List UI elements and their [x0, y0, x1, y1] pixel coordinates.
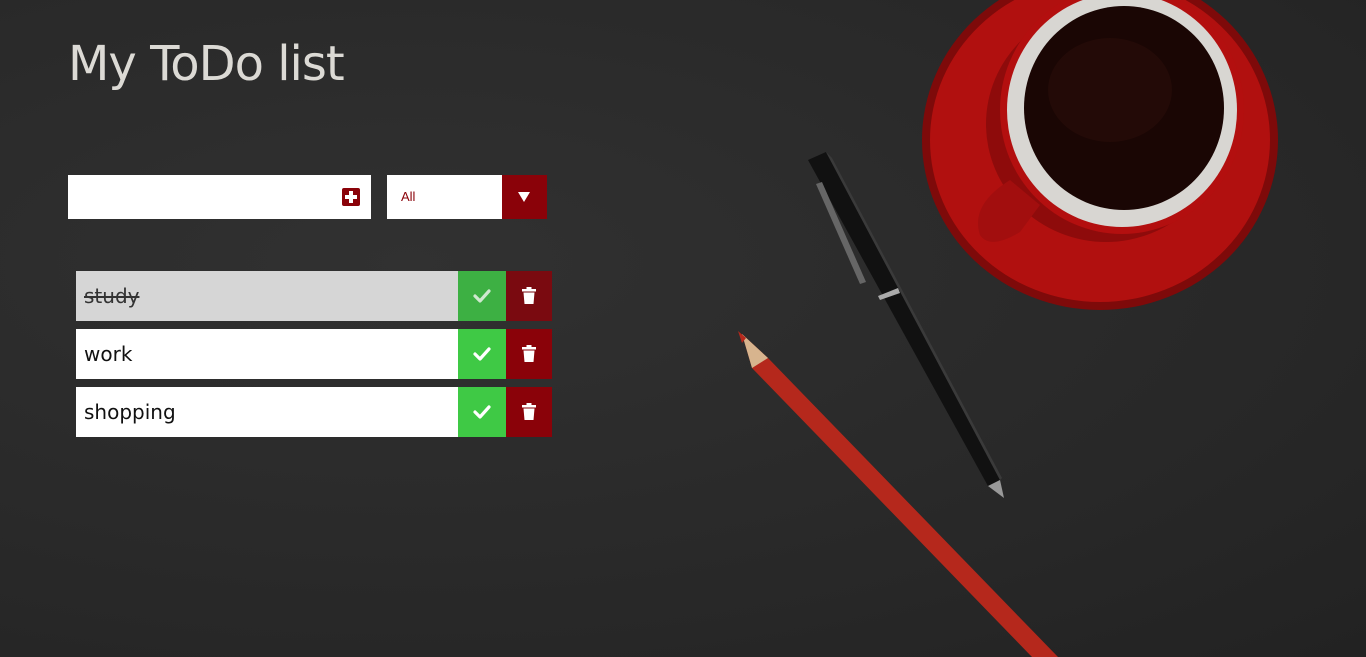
- delete-button[interactable]: [506, 387, 552, 437]
- coffee-cup-image: [922, 0, 1278, 310]
- check-icon: [473, 405, 491, 419]
- trash-icon: [522, 345, 536, 362]
- page-title: My ToDo list: [68, 36, 345, 92]
- todo-item: work: [76, 329, 552, 379]
- todo-input[interactable]: [68, 175, 328, 219]
- filter-dropdown-button[interactable]: [502, 175, 547, 219]
- complete-button[interactable]: [458, 387, 506, 437]
- pen-image: [808, 152, 1004, 498]
- complete-button[interactable]: [458, 329, 506, 379]
- delete-button[interactable]: [506, 271, 552, 321]
- complete-button[interactable]: [458, 271, 506, 321]
- delete-button[interactable]: [506, 329, 552, 379]
- add-todo-form: [68, 175, 371, 219]
- todo-list: study work shopping: [76, 271, 552, 445]
- check-icon: [473, 289, 491, 303]
- todo-item: study: [76, 271, 552, 321]
- trash-icon: [522, 403, 536, 420]
- todo-item: shopping: [76, 387, 552, 437]
- todo-text: work: [84, 342, 133, 366]
- filter-selected-value: All: [401, 189, 416, 204]
- plus-square-icon[interactable]: [342, 188, 360, 206]
- caret-down-icon: [518, 192, 530, 202]
- filter-select[interactable]: All: [387, 175, 547, 219]
- todo-text: study: [84, 284, 140, 308]
- pencil-image: [738, 331, 1058, 657]
- trash-icon: [522, 287, 536, 304]
- todo-text: shopping: [84, 400, 176, 424]
- check-icon: [473, 347, 491, 361]
